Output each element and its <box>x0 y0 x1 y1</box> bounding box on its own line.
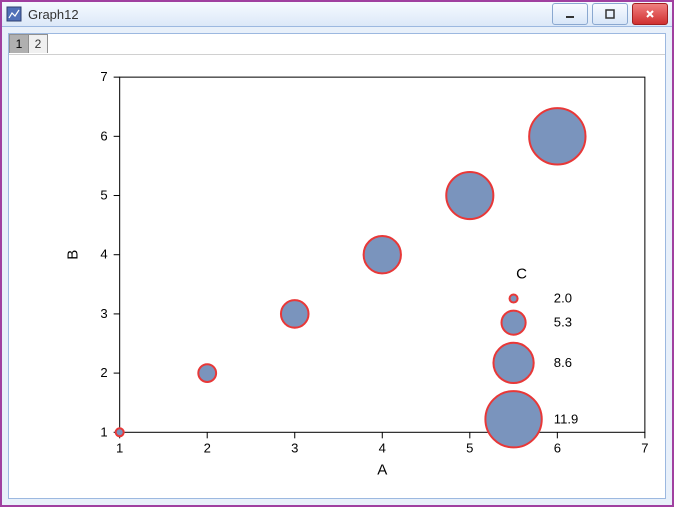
bubble[interactable] <box>364 236 401 273</box>
client-area: 1 2 12345671234567ABC2.05.38.611.9 <box>8 33 666 499</box>
bubble[interactable] <box>116 429 124 437</box>
legend-bubble <box>510 295 518 303</box>
bubble[interactable] <box>446 172 493 219</box>
x-tick-label: 2 <box>204 441 211 456</box>
window-controls <box>552 3 668 25</box>
x-tick-label: 1 <box>116 441 123 456</box>
y-tick-label: 6 <box>100 129 107 144</box>
maximize-button[interactable] <box>592 3 628 25</box>
legend-bubble <box>485 391 541 447</box>
y-tick-label: 5 <box>100 188 107 203</box>
x-axis-label: A <box>377 462 388 479</box>
tab-2[interactable]: 2 <box>28 34 48 53</box>
bubble[interactable] <box>529 108 585 164</box>
legend-value: 2.0 <box>554 291 572 306</box>
bubble[interactable] <box>198 365 216 383</box>
y-tick-label: 7 <box>100 69 107 84</box>
legend-value: 5.3 <box>554 315 572 330</box>
x-tick-label: 3 <box>291 441 298 456</box>
y-tick-label: 1 <box>100 425 107 440</box>
legend-bubble <box>493 343 533 383</box>
legend-title: C <box>516 266 527 283</box>
bubble[interactable] <box>281 300 309 328</box>
y-tick-label: 3 <box>100 306 107 321</box>
y-axis-label: B <box>64 250 81 260</box>
legend-bubble <box>501 311 525 335</box>
x-tick-label: 7 <box>641 441 648 456</box>
legend-value: 11.9 <box>554 412 578 427</box>
chart-area: 1 2 3 4 5 6 7 1 2 3 4 5 6 7 A B C 2.0 5.3 8.6 11.9 <box>9 55 665 498</box>
y-tick-label: 2 <box>100 365 107 380</box>
minimize-button[interactable] <box>552 3 588 25</box>
bubble-chart[interactable]: 1 2 3 4 5 6 7 1 2 3 4 5 6 7 A B C 2.0 5.3 8.6 11.9 <box>9 55 665 498</box>
legend-value: 8.6 <box>554 355 572 370</box>
close-button[interactable] <box>632 3 668 25</box>
x-tick-label: 6 <box>554 441 561 456</box>
window-title: Graph12 <box>28 7 552 22</box>
y-tick-label: 4 <box>100 247 107 262</box>
app-icon <box>6 6 22 22</box>
x-tick-label: 5 <box>466 441 473 456</box>
app-window: Graph12 1 2 12345671234567ABC2.05.38.611… <box>0 0 674 507</box>
tabstrip: 1 2 <box>9 34 665 55</box>
x-tick-label: 4 <box>379 441 386 456</box>
tab-1[interactable]: 1 <box>9 34 29 53</box>
titlebar: Graph12 <box>2 2 672 27</box>
